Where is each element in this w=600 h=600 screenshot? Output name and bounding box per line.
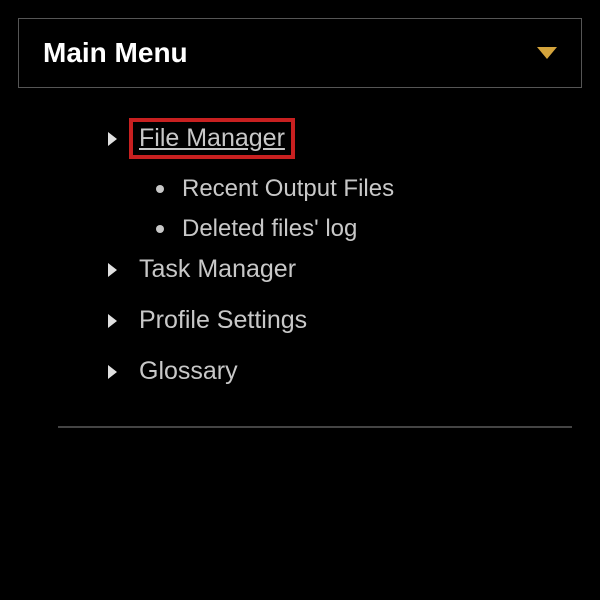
menu-item-profile-settings[interactable]: Profile Settings	[108, 306, 582, 335]
main-menu-title: Main Menu	[43, 37, 188, 69]
subitem-label: Recent Output Files	[182, 175, 394, 203]
menu-label-task-manager: Task Manager	[139, 255, 296, 284]
expand-arrow-icon	[108, 263, 117, 277]
menu-item-file-manager[interactable]: File Manager	[108, 118, 582, 159]
menu-list: File Manager Recent Output Files Deleted…	[18, 118, 582, 386]
subitem-label: Deleted files' log	[182, 215, 357, 243]
bullet-icon	[156, 185, 164, 193]
expand-arrow-icon	[108, 365, 117, 379]
menu-item-task-manager[interactable]: Task Manager	[108, 255, 582, 284]
subitem-deleted-files-log[interactable]: Deleted files' log	[156, 215, 582, 243]
expand-arrow-icon	[108, 314, 117, 328]
main-menu-dropdown[interactable]: Main Menu	[18, 18, 582, 88]
menu-label-file-manager: File Manager	[129, 118, 295, 159]
menu-label-profile-settings: Profile Settings	[139, 306, 307, 335]
menu-item-glossary[interactable]: Glossary	[108, 357, 582, 386]
subitem-recent-output-files[interactable]: Recent Output Files	[156, 175, 582, 203]
divider	[58, 426, 572, 428]
menu-label-glossary: Glossary	[139, 357, 238, 386]
expand-arrow-icon	[108, 132, 117, 146]
bullet-icon	[156, 225, 164, 233]
chevron-down-icon	[537, 47, 557, 59]
submenu-file-manager: Recent Output Files Deleted files' log	[108, 175, 582, 243]
